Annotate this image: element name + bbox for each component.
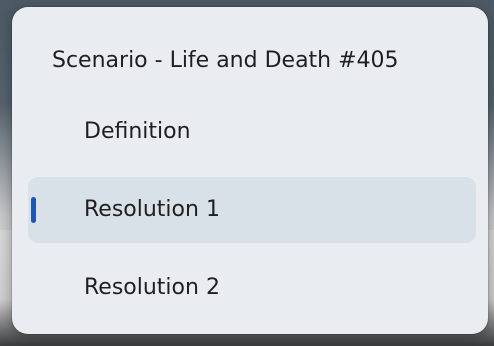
menu-item-definition[interactable]: Definition bbox=[28, 99, 476, 165]
selection-indicator bbox=[31, 197, 36, 223]
menu-item-resolution-1[interactable]: Resolution 1 bbox=[28, 177, 476, 243]
menu-header: Scenario - Life and Death #405 bbox=[52, 48, 399, 73]
context-menu: Scenario - Life and Death #405 Definitio… bbox=[12, 7, 488, 334]
menu-item-label: Resolution 1 bbox=[84, 197, 220, 222]
menu-item-resolution-2[interactable]: Resolution 2 bbox=[28, 255, 476, 321]
menu-item-label: Definition bbox=[84, 119, 191, 144]
menu-item-label: Resolution 2 bbox=[84, 275, 220, 300]
